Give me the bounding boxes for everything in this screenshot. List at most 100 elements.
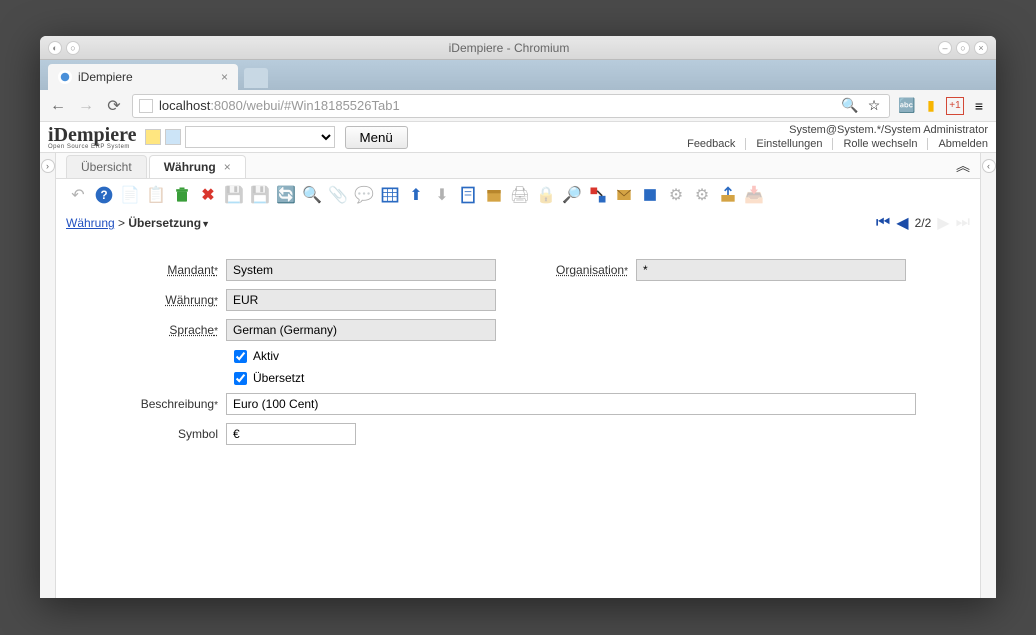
logo-text: iDempiere (48, 124, 137, 146)
undo-icon[interactable]: ↶ (66, 183, 90, 207)
chat-icon[interactable]: 💬 (352, 183, 376, 207)
new-record-icon[interactable] (145, 129, 161, 145)
checkbox-active-row: Aktiv (234, 349, 279, 363)
field-language[interactable] (226, 319, 496, 341)
report-icon[interactable] (456, 183, 480, 207)
quick-select[interactable] (185, 126, 335, 148)
url-text: localhost:8080/webui/#Win18185526Tab1 (159, 98, 400, 113)
extension-icon[interactable]: ▮ (922, 97, 940, 115)
header-links: Feedback Einstellungen Rolle wechseln Ab… (677, 138, 988, 150)
next-record-icon[interactable]: ▶ (937, 213, 949, 233)
refresh-icon[interactable]: 🔄 (274, 183, 298, 207)
checkbox-active[interactable] (234, 350, 247, 363)
feedback-link[interactable]: Feedback (677, 138, 746, 150)
settings-link[interactable]: Einstellungen (746, 138, 833, 150)
field-org[interactable] (636, 259, 906, 281)
label-client: Mandant* (86, 263, 226, 277)
process-icon[interactable]: ⚙ (664, 183, 688, 207)
close-window-icon[interactable]: × (974, 41, 988, 55)
export-icon[interactable] (716, 183, 740, 207)
gplus-icon[interactable]: +1 (946, 97, 964, 115)
zoom-across-icon[interactable]: 🔎 (560, 183, 584, 207)
checkbox-translated-row: Übersetzt (234, 371, 304, 385)
breadcrumb-dropdown-icon[interactable]: ▼ (201, 219, 210, 229)
browser-window: ◐ ○ iDempiere - Chromium – ○ × iDempiere… (40, 36, 996, 598)
archive-icon[interactable] (482, 183, 506, 207)
tab-overview[interactable]: Übersicht (66, 155, 147, 178)
label-description: Beschreibung* (86, 397, 226, 411)
close-tab-icon[interactable]: × (221, 70, 228, 84)
app-tabs: Übersicht Währung × ︽ (56, 153, 980, 179)
app-icon: ◐ (48, 41, 62, 55)
lock-icon[interactable]: 🔒 (534, 183, 558, 207)
app-content: iDempiere Open Source ERP System Menü Sy… (40, 122, 996, 598)
field-description[interactable] (226, 393, 916, 415)
new-icon[interactable]: 📄 (118, 183, 142, 207)
label-language: Sprache* (86, 323, 226, 337)
first-record-icon[interactable]: ⏮ (876, 214, 890, 232)
field-symbol[interactable] (226, 423, 356, 445)
change-role-link[interactable]: Rolle wechseln (833, 138, 928, 150)
header-right: System@System.*/System Administrator Fee… (677, 124, 988, 150)
attachment-icon[interactable]: 📎 (326, 183, 350, 207)
logo: iDempiere Open Source ERP System (48, 124, 137, 150)
import-icon[interactable]: 📥 (742, 183, 766, 207)
collapse-icon[interactable]: ︽ (956, 156, 970, 176)
prev-record-icon[interactable]: ◀ (896, 213, 908, 233)
translate-icon[interactable]: 🔤 (898, 97, 916, 115)
reload-button[interactable]: ⟳ (104, 96, 124, 116)
checkbox-translated[interactable] (234, 372, 247, 385)
print-icon[interactable]: 🖨 (508, 183, 532, 207)
new-tab-button[interactable] (244, 68, 268, 88)
gear-icon[interactable]: ⚙ (690, 183, 714, 207)
chevron-left-icon: ‹ (982, 159, 996, 173)
field-client[interactable] (226, 259, 496, 281)
browser-tab-title: iDempiere (78, 70, 215, 84)
cancel-icon[interactable]: ✖ (196, 183, 220, 207)
back-button[interactable]: ← (48, 96, 68, 116)
label-currency: Währung* (86, 293, 226, 307)
field-currency[interactable] (226, 289, 496, 311)
copy-icon[interactable]: 📋 (144, 183, 168, 207)
form-area: Mandant* Organisation* Währung* (56, 239, 980, 473)
main-row: › Übersicht Währung × ︽ ↶ ? 📄 📋 (40, 153, 996, 598)
right-panel-toggle[interactable]: ‹ (980, 153, 996, 598)
browser-toolbar: ← → ⟳ localhost:8080/webui/#Win18185526T… (40, 90, 996, 122)
menu-button[interactable]: Menü (345, 126, 408, 149)
find-icon[interactable]: 🔍 (300, 183, 324, 207)
page-icon (139, 99, 153, 113)
address-bar[interactable]: localhost:8080/webui/#Win18185526Tab1 🔍 … (132, 94, 890, 118)
parent-up-icon[interactable]: ⬆ (404, 183, 428, 207)
main-panel: Übersicht Währung × ︽ ↶ ? 📄 📋 ✖ 💾 (56, 153, 980, 598)
detail-down-icon[interactable]: ⬇ (430, 183, 454, 207)
left-panel-toggle[interactable]: › (40, 153, 56, 598)
maximize-icon[interactable]: ○ (956, 41, 970, 55)
delete-icon[interactable] (170, 183, 194, 207)
minimize-icon[interactable]: – (938, 41, 952, 55)
request-icon[interactable] (612, 183, 636, 207)
save-new-icon[interactable]: 💾 (248, 183, 272, 207)
help-icon[interactable]: ? (92, 183, 116, 207)
breadcrumb-parent[interactable]: Währung (66, 216, 115, 230)
bookmark-star-icon[interactable]: ☆ (865, 97, 883, 115)
pin-icon[interactable]: ○ (66, 41, 80, 55)
menu-icon[interactable]: ≡ (970, 97, 988, 115)
breadcrumb-row: Währung > Übersetzung▼ ⏮ ◀ 2/2 ▶ ⏭ (56, 211, 980, 239)
zoom-icon[interactable]: 🔍 (841, 97, 859, 115)
tab-currency[interactable]: Währung × (149, 155, 246, 178)
product-info-icon[interactable] (638, 183, 662, 207)
grid-toggle-icon[interactable] (378, 183, 402, 207)
forward-button[interactable]: → (76, 96, 96, 116)
logout-link[interactable]: Abmelden (928, 138, 988, 150)
last-record-icon[interactable]: ⏭ (956, 214, 970, 232)
browser-tab[interactable]: iDempiere × (48, 64, 238, 90)
header-controls: Menü (145, 126, 408, 149)
browser-tab-strip: iDempiere × (40, 60, 996, 90)
open-record-icon[interactable] (165, 129, 181, 145)
chevron-right-icon: › (41, 159, 55, 173)
save-icon[interactable]: 💾 (222, 183, 246, 207)
record-toolbar: ↶ ? 📄 📋 ✖ 💾 💾 🔄 🔍 📎 💬 ⬆ ⬇ (56, 179, 980, 211)
close-tab-icon[interactable]: × (224, 160, 231, 174)
workflow-icon[interactable] (586, 183, 610, 207)
logo-tagline: Open Source ERP System (48, 144, 137, 150)
